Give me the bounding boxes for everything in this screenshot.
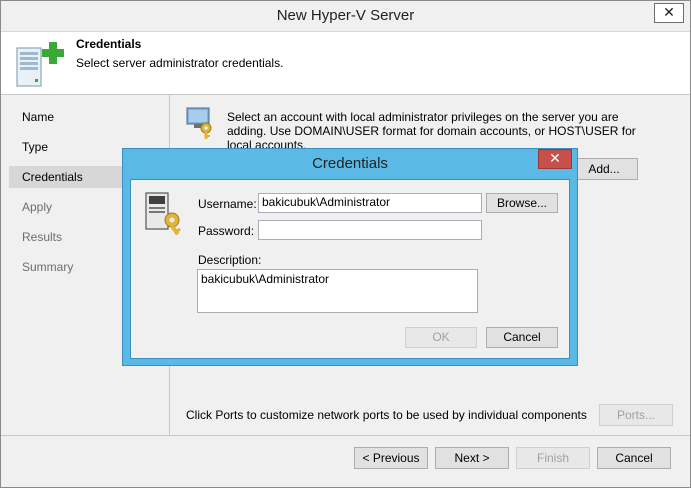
password-field[interactable]: [258, 220, 482, 240]
server-add-icon: [16, 42, 64, 87]
description-field[interactable]: bakicubuk\Administrator: [197, 269, 478, 313]
ports-instruction: Click Ports to customize network ports t…: [186, 408, 587, 422]
server-key-icon: [186, 107, 212, 139]
user-key-icon: [145, 192, 181, 236]
previous-button[interactable]: < Previous: [354, 447, 428, 469]
next-button[interactable]: Next >: [435, 447, 509, 469]
username-label: Username:: [198, 197, 257, 211]
add-button[interactable]: Add...: [570, 158, 638, 180]
dialog-body: Username: bakicubuk\Administrator Browse…: [130, 179, 570, 359]
cancel-button[interactable]: Cancel: [597, 447, 671, 469]
title-bar: New Hyper-V Server ✕: [1, 1, 690, 32]
wizard-header: Credentials Select server administrator …: [1, 32, 690, 95]
dialog-cancel-button[interactable]: Cancel: [486, 327, 558, 348]
password-label: Password:: [198, 224, 255, 238]
sidebar-item-name[interactable]: Name: [9, 106, 169, 128]
ok-button[interactable]: OK: [405, 327, 477, 348]
browse-button[interactable]: Browse...: [486, 193, 558, 213]
header-title: Credentials: [76, 37, 142, 51]
credentials-dialog: Credentials ✕ Username: bakicubuk\Admini…: [122, 148, 578, 366]
description-label: Description:: [198, 253, 262, 267]
ports-button[interactable]: Ports...: [599, 404, 673, 426]
finish-button[interactable]: Finish: [516, 447, 590, 469]
header-subtitle: Select server administrator credentials.: [76, 56, 284, 70]
dialog-title: Credentials: [312, 155, 388, 172]
username-field[interactable]: bakicubuk\Administrator: [258, 193, 482, 213]
window-close-button[interactable]: ✕: [654, 3, 684, 23]
content-description: Select an account with local administrat…: [227, 110, 636, 152]
dialog-close-button[interactable]: ✕: [538, 149, 572, 169]
window-title: New Hyper-V Server: [276, 7, 415, 24]
wizard-footer: < Previous Next > Finish Cancel: [1, 435, 690, 487]
